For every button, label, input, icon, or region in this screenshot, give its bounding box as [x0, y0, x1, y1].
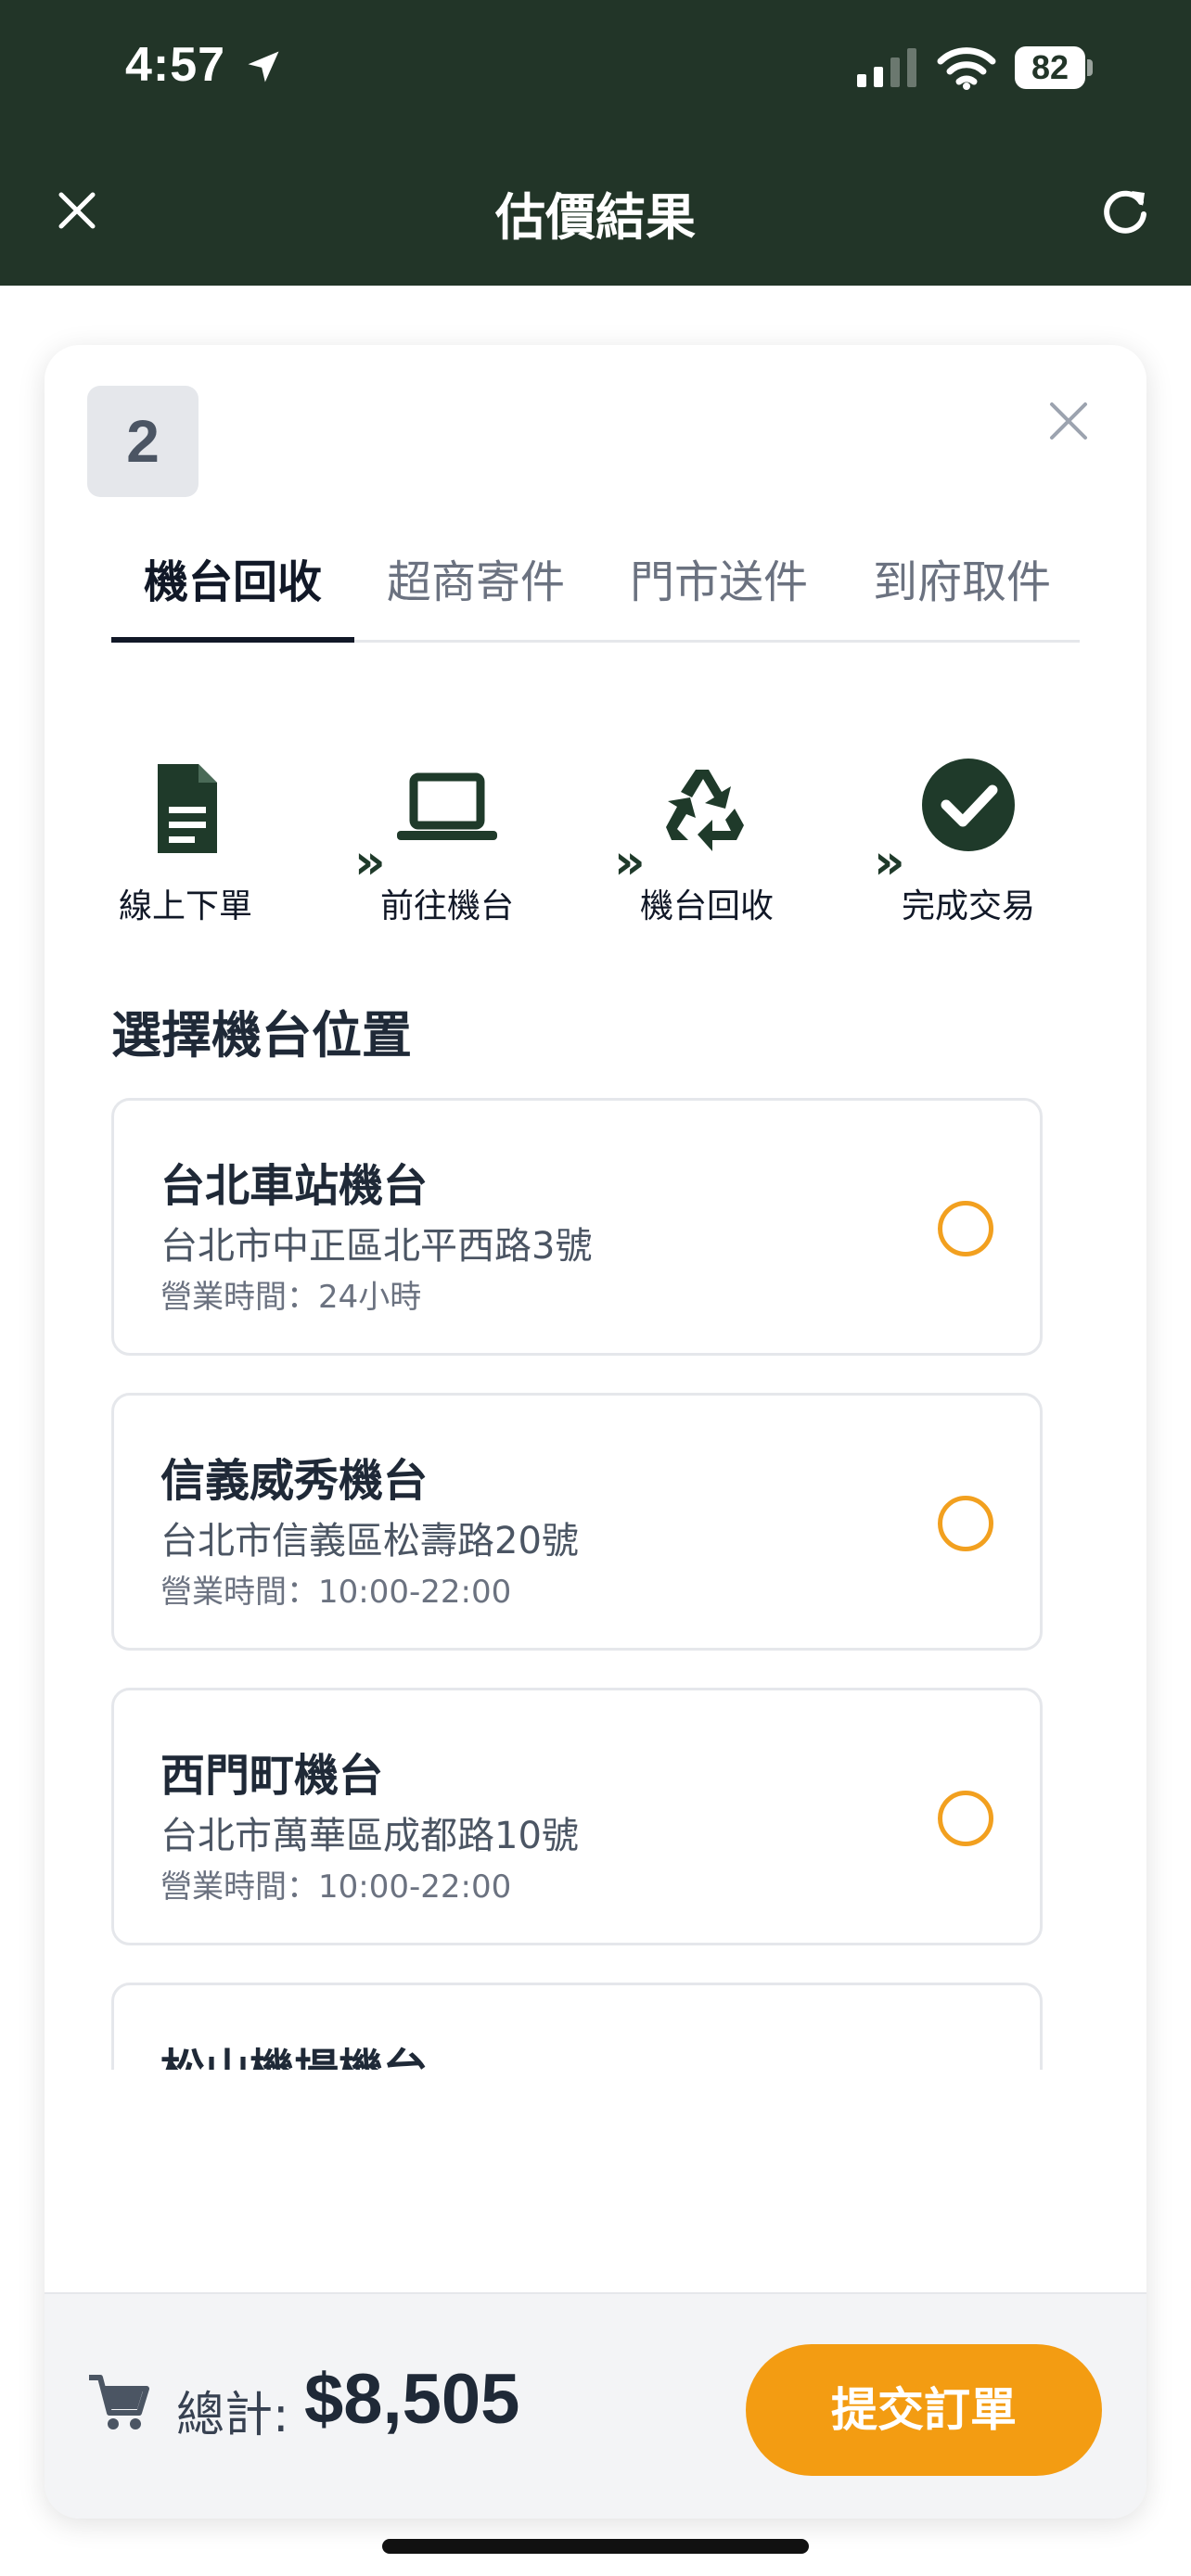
- tab-home-pickup[interactable]: 到府取件: [840, 530, 1083, 640]
- recycle-icon: [666, 770, 744, 851]
- battery-level: 82: [1015, 46, 1085, 89]
- wifi-icon: [937, 47, 996, 90]
- section-title: 選擇機台位置: [111, 1006, 412, 1065]
- estimate-card: 2 機台回收 超商寄件 門市送件 到府取件 線上下單 » 前往機台 » 機台回收…: [45, 345, 1146, 2519]
- step-label: 機台回收: [639, 887, 774, 925]
- location-name: 松山機場機台: [160, 2034, 428, 2070]
- location-hours: 營業時間：24小時: [160, 1279, 422, 1316]
- location-radio[interactable]: [938, 1791, 993, 1846]
- location-name: 西門町機台: [160, 1750, 384, 1802]
- total-value: $8,505: [304, 2360, 520, 2439]
- location-address: 台北市中正區北平西路3號: [160, 1225, 593, 1268]
- step-badge: 2: [87, 386, 198, 497]
- step-machine-recycle: 機台回收: [633, 753, 781, 927]
- refresh-icon[interactable]: [1098, 184, 1152, 237]
- total-label: 總計:: [176, 2388, 289, 2443]
- step-label: 前往機台: [379, 887, 514, 925]
- process-steps: 線上下單 » 前往機台 » 機台回收 » 完成交易: [111, 753, 1080, 948]
- home-indicator[interactable]: [382, 2539, 809, 2554]
- cart-icon: [89, 2375, 149, 2429]
- location-arrow-icon: [248, 51, 279, 83]
- check-circle-icon: [922, 759, 1015, 851]
- delivery-tabs: 機台回收 超商寄件 門市送件 到府取件: [111, 530, 1080, 643]
- submit-order-button[interactable]: 提交訂單: [746, 2344, 1102, 2476]
- location-address: 台北市信義區松壽路20號: [160, 1520, 579, 1562]
- step-complete: 完成交易: [894, 753, 1043, 927]
- battery-icon: 82: [1015, 46, 1093, 89]
- document-icon: [158, 764, 217, 853]
- status-bar: 4:57 82: [0, 0, 1191, 148]
- step-label: 線上下單: [118, 887, 252, 925]
- step-go-to-machine: 前往機台: [373, 753, 521, 927]
- tab-machine-recycle[interactable]: 機台回收: [111, 530, 354, 643]
- laptop-icon: [397, 772, 497, 840]
- location-radio[interactable]: [938, 1496, 993, 1551]
- step-order-online: 線上下單: [111, 753, 260, 927]
- location-address: 台北市萬華區成都路10號: [160, 1815, 579, 1857]
- cellular-signal-icon: [857, 48, 916, 87]
- step-label: 完成交易: [901, 887, 1035, 925]
- nav-bar: 估價結果: [0, 148, 1191, 286]
- location-radio[interactable]: [938, 1201, 993, 1256]
- location-hours: 營業時間：10:00-22:00: [160, 1574, 512, 1611]
- close-icon[interactable]: [1044, 397, 1093, 445]
- location-card[interactable]: 松山機場機台: [111, 1983, 1043, 2070]
- status-time: 4:57: [125, 38, 226, 92]
- location-card[interactable]: 西門町機台 台北市萬華區成都路10號 營業時間：10:00-22:00: [111, 1688, 1043, 1945]
- tab-store-dropoff[interactable]: 門市送件: [597, 530, 840, 640]
- checkout-footer: 總計: $8,505 提交訂單: [45, 2292, 1146, 2519]
- location-name: 信義威秀機台: [160, 1455, 429, 1507]
- location-card[interactable]: 信義威秀機台 台北市信義區松壽路20號 營業時間：10:00-22:00: [111, 1393, 1043, 1651]
- location-hours: 營業時間：10:00-22:00: [160, 1868, 512, 1906]
- tab-convenience-store[interactable]: 超商寄件: [354, 530, 597, 640]
- location-card[interactable]: 台北車站機台 台北市中正區北平西路3號 營業時間：24小時: [111, 1098, 1043, 1356]
- location-name: 台北車站機台: [160, 1160, 429, 1212]
- page-title: 估價結果: [495, 188, 696, 247]
- location-list[interactable]: 台北車站機台 台北市中正區北平西路3號 營業時間：24小時 信義威秀機台 台北市…: [111, 1098, 1046, 2070]
